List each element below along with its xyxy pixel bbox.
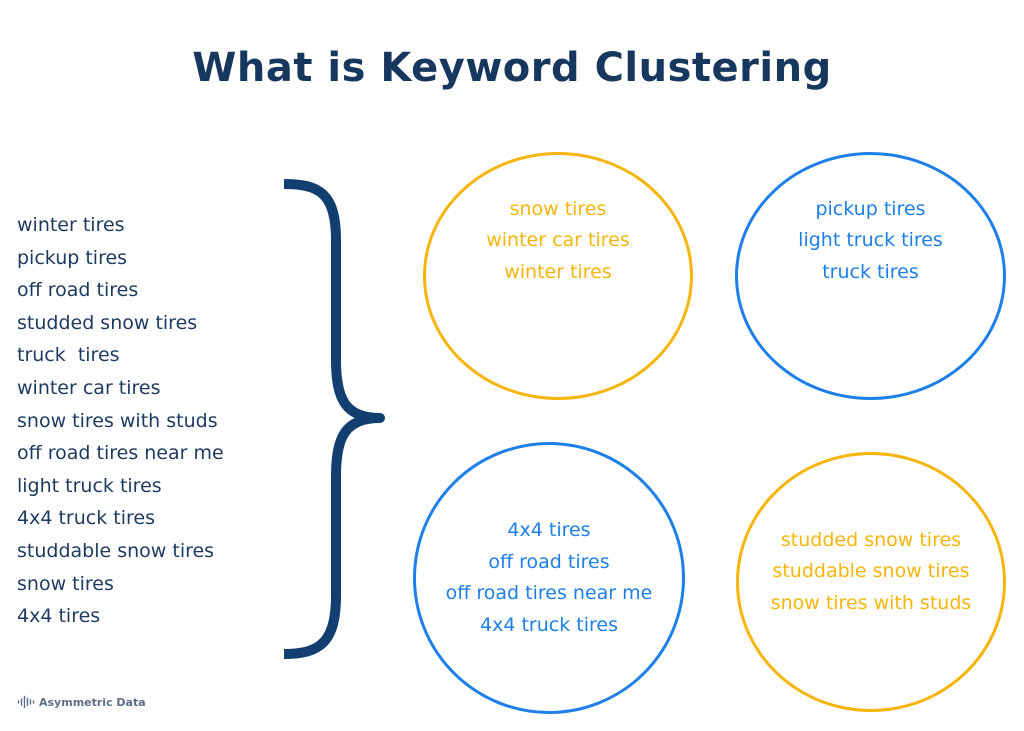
cluster-keyword: off road tires <box>488 550 610 573</box>
keyword-item: light truck tires <box>17 474 162 497</box>
cluster-circle-truck: pickup tires light truck tires truck tir… <box>735 152 1006 400</box>
cluster-keyword: winter car tires <box>486 229 630 252</box>
keyword-item: truck tires <box>17 344 120 367</box>
keyword-item: studdable snow tires <box>17 539 215 562</box>
keyword-item: snow tires with studs <box>17 409 218 432</box>
keyword-item: snow tires <box>17 572 114 595</box>
keyword-item: 4x4 tires <box>17 605 101 628</box>
curly-brace-icon <box>283 179 385 659</box>
curly-brace-path <box>283 179 385 659</box>
waveform-logo-icon <box>17 695 35 709</box>
cluster-keyword: studdable snow tires <box>772 560 970 583</box>
cluster-keyword: light truck tires <box>798 229 943 252</box>
cluster-circle-offroad: 4x4 tires off road tires off road tires … <box>413 442 685 714</box>
cluster-keyword: pickup tires <box>815 197 926 220</box>
brand-footer: Asymmetric Data <box>17 695 146 709</box>
cluster-circle-studded: studded snow tires studdable snow tires … <box>736 452 1006 712</box>
cluster-keyword: snow tires with studs <box>770 591 972 614</box>
keyword-list: winter tires pickup tires off road tires… <box>17 209 224 633</box>
cluster-keyword: 4x4 truck tires <box>480 613 618 636</box>
brand-name: Asymmetric Data <box>39 695 146 709</box>
cluster-keyword: truck tires <box>822 260 919 283</box>
keyword-item: 4x4 truck tires <box>17 507 155 530</box>
cluster-keyword: winter tires <box>504 260 612 283</box>
cluster-circle-winter: snow tires winter car tires winter tires <box>423 152 693 400</box>
page-title: What is Keyword Clustering <box>192 44 832 91</box>
keyword-item: off road tires near me <box>17 442 224 465</box>
keyword-item: studded snow tires <box>17 311 198 334</box>
cluster-keyword: off road tires near me <box>445 582 653 604</box>
cluster-keyword: 4x4 tires <box>507 519 591 541</box>
keyword-item: off road tires <box>17 279 139 302</box>
keyword-item: winter tires <box>17 214 125 236</box>
keyword-item: pickup tires <box>17 246 128 269</box>
cluster-keyword: snow tires <box>509 197 607 220</box>
keyword-item: winter car tires <box>17 376 161 399</box>
cluster-keyword: studded snow tires <box>780 528 962 551</box>
